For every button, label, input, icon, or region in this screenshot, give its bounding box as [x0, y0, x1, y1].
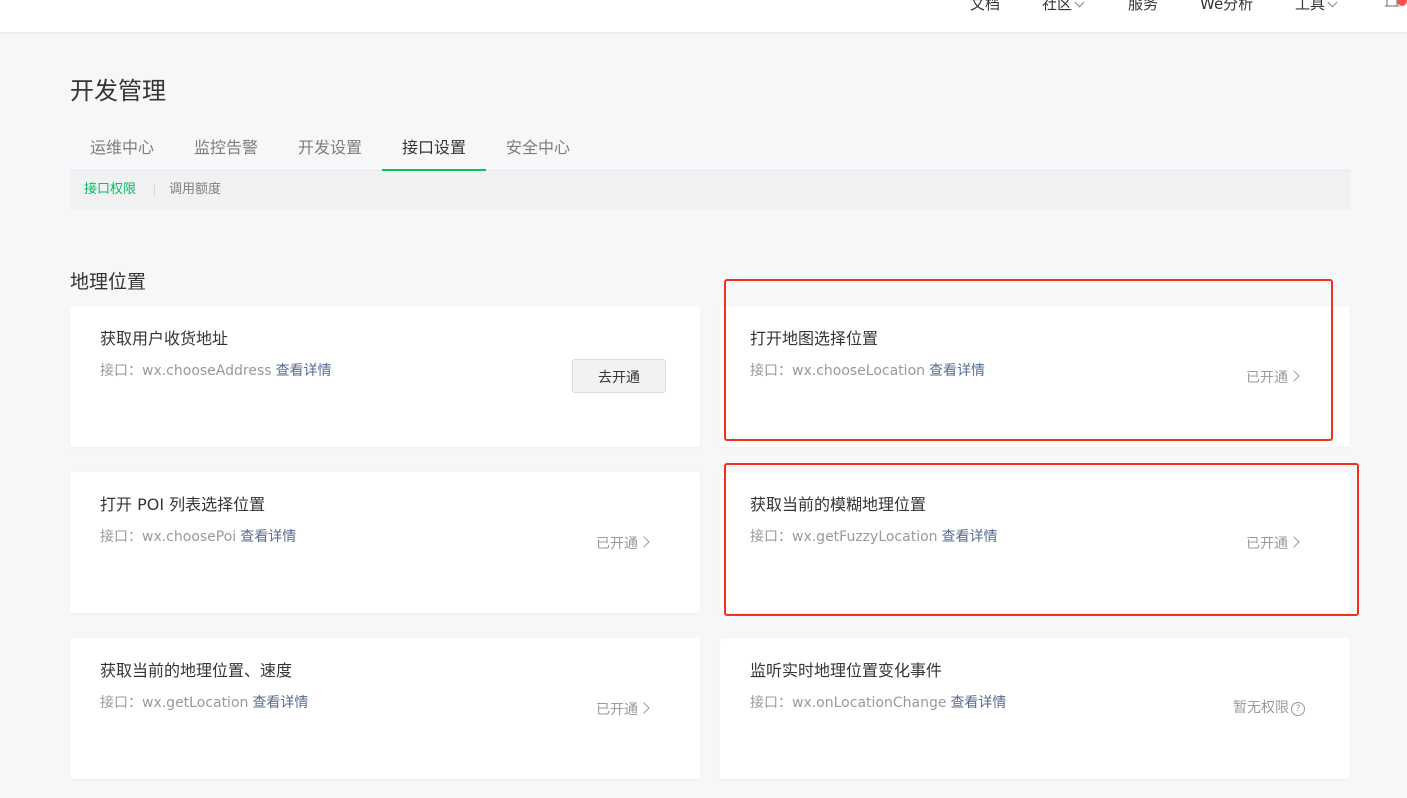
api-name: wx.getFuzzyLocation — [792, 529, 938, 545]
view-details-link[interactable]: 查看详情 — [240, 529, 296, 545]
topnav-community-label: 社区 — [1042, 0, 1073, 13]
topnav-tools-label: 工具 — [1295, 0, 1326, 13]
topnav-we-analysis[interactable]: We分析 — [1200, 0, 1253, 14]
top-nav-bar: 文档 社区 服务 We分析 工具 — [0, 0, 1407, 32]
sub-tabs: 接口权限 调用额度 — [70, 171, 1350, 210]
api-name: wx.getLocation — [142, 695, 249, 711]
status-label: 已开通 — [1246, 536, 1288, 552]
subtab-call-quota[interactable]: 调用额度 — [169, 181, 221, 199]
tab-security-center[interactable]: 安全中心 — [486, 130, 590, 169]
card-title: 打开地图选择位置 — [750, 329, 879, 348]
notification-badge — [1397, 0, 1407, 6]
chevron-down-icon — [1074, 0, 1085, 8]
status-label: 暂无权限 — [1233, 700, 1289, 716]
api-prefix: 接口： — [100, 363, 142, 379]
api-card-choose-location: 打开地图选择位置 接口：wx.chooseLocation 查看详情 已开通 — [720, 306, 1350, 447]
status-label: 已开通 — [596, 702, 638, 718]
view-details-link[interactable]: 查看详情 — [276, 363, 332, 379]
status-label: 已开通 — [1246, 370, 1288, 386]
card-api-info: 接口：wx.onLocationChange 查看详情 — [750, 693, 1006, 713]
api-prefix: 接口： — [100, 529, 142, 545]
page-title: 开发管理 — [70, 77, 166, 105]
api-card-on-location-change: 监听实时地理位置变化事件 接口：wx.onLocationChange 查看详情 … — [720, 638, 1350, 779]
api-card-get-location: 获取当前的地理位置、速度 接口：wx.getLocation 查看详情 已开通 — [70, 638, 700, 779]
tab-monitoring-alerts[interactable]: 监控告警 — [174, 130, 278, 169]
view-details-link[interactable]: 查看详情 — [942, 529, 998, 545]
chevron-right-icon — [638, 536, 650, 548]
main-tabs: 运维中心 监控告警 开发设置 接口设置 安全中心 — [70, 130, 1350, 171]
card-title: 监听实时地理位置变化事件 — [750, 661, 943, 680]
topnav-docs[interactable]: 文档 — [970, 0, 1000, 14]
subtab-api-permissions[interactable]: 接口权限 — [84, 181, 136, 199]
api-name: wx.onLocationChange — [792, 695, 947, 711]
card-title: 打开 POI 列表选择位置 — [100, 495, 266, 514]
api-card-choose-address: 获取用户收货地址 接口：wx.chooseAddress 查看详情 去开通 — [70, 306, 700, 447]
tab-dev-settings[interactable]: 开发设置 — [278, 130, 382, 169]
card-title: 获取当前的模糊地理位置 — [750, 495, 927, 514]
view-details-link[interactable]: 查看详情 — [950, 695, 1006, 711]
status-label: 已开通 — [596, 536, 638, 552]
topnav-community[interactable]: 社区 — [1042, 0, 1085, 14]
chevron-right-icon — [1288, 536, 1300, 548]
card-api-info: 接口：wx.getLocation 查看详情 — [100, 693, 308, 713]
status-enabled[interactable]: 已开通 — [596, 534, 650, 554]
help-icon[interactable]: ? — [1291, 702, 1305, 716]
card-api-info: 接口：wx.chooseLocation 查看详情 — [750, 361, 985, 381]
api-card-choose-poi: 打开 POI 列表选择位置 接口：wx.choosePoi 查看详情 已开通 — [70, 472, 700, 613]
api-card-get-fuzzy-location: 获取当前的模糊地理位置 接口：wx.getFuzzyLocation 查看详情 已… — [720, 472, 1350, 613]
tab-api-settings[interactable]: 接口设置 — [382, 130, 486, 171]
card-api-info: 接口：wx.getFuzzyLocation 查看详情 — [750, 527, 998, 547]
view-details-link[interactable]: 查看详情 — [252, 695, 308, 711]
api-name: wx.chooseLocation — [792, 363, 926, 379]
status-enabled[interactable]: 已开通 — [1246, 368, 1300, 388]
card-api-info: 接口：wx.chooseAddress 查看详情 — [100, 361, 332, 381]
view-details-link[interactable]: 查看详情 — [929, 363, 985, 379]
subtab-divider — [154, 184, 155, 196]
chevron-right-icon — [638, 702, 650, 714]
topnav-services[interactable]: 服务 — [1128, 0, 1158, 14]
card-api-info: 接口：wx.choosePoi 查看详情 — [100, 527, 296, 547]
status-enabled[interactable]: 已开通 — [1246, 534, 1300, 554]
activate-button[interactable]: 去开通 — [572, 359, 666, 393]
api-prefix: 接口： — [750, 695, 792, 711]
api-prefix: 接口： — [100, 695, 142, 711]
api-prefix: 接口： — [750, 363, 792, 379]
topnav-tools[interactable]: 工具 — [1295, 0, 1338, 14]
card-title: 获取用户收货地址 — [100, 329, 229, 348]
chevron-down-icon — [1327, 0, 1338, 8]
status-no-permission[interactable]: 暂无权限? — [1233, 698, 1305, 718]
section-title: 地理位置 — [70, 271, 147, 293]
card-title: 获取当前的地理位置、速度 — [100, 661, 293, 680]
tab-ops-center[interactable]: 运维中心 — [70, 130, 174, 169]
api-name: wx.chooseAddress — [142, 363, 272, 379]
api-name: wx.choosePoi — [142, 529, 237, 545]
api-prefix: 接口： — [750, 529, 792, 545]
chevron-right-icon — [1288, 370, 1300, 382]
status-enabled[interactable]: 已开通 — [596, 700, 650, 720]
